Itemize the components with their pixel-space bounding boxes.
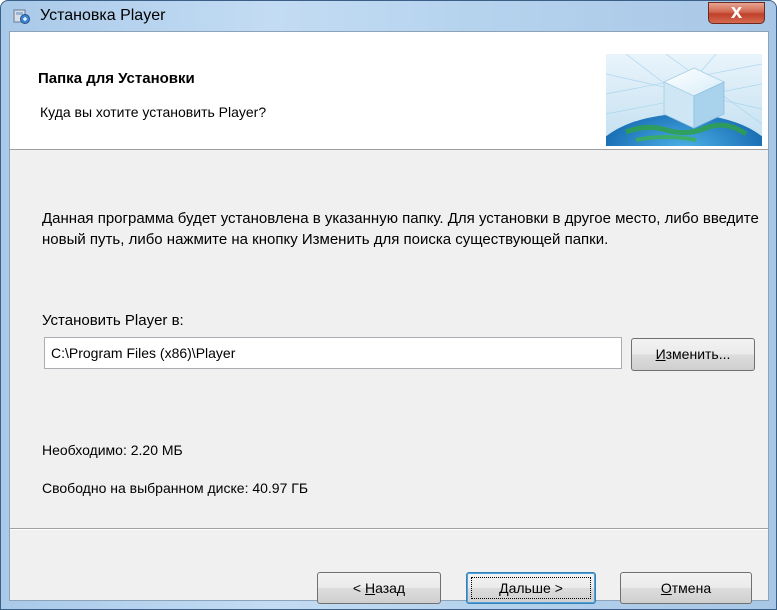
window-title: Установка Player xyxy=(40,7,166,24)
install-path-input[interactable] xyxy=(44,337,622,369)
install-cube-globe-banner xyxy=(606,54,762,146)
page-subtitle: Куда вы хотите установить Player? xyxy=(40,104,267,120)
title-bar[interactable]: Установка Player X xyxy=(1,1,776,31)
page-title: Папка для Установки xyxy=(38,70,195,87)
focus-rectangle xyxy=(471,577,591,599)
footer-separator xyxy=(10,528,768,530)
cancel-button[interactable]: Отмена xyxy=(620,572,752,604)
install-path-label: Установить Player в: xyxy=(42,312,184,329)
next-button[interactable]: Дальше > xyxy=(466,572,596,604)
dialog-client-area: Папка для Установки Куда вы хотите устан… xyxy=(9,31,769,604)
dialog-header: Папка для Установки Куда вы хотите устан… xyxy=(10,32,768,150)
installer-window: Установка Player X Папка для Установки К… xyxy=(0,0,777,610)
installer-icon xyxy=(13,9,30,24)
back-button[interactable]: < Назад xyxy=(317,572,441,604)
description-text: Данная программа будет установлена в ука… xyxy=(42,210,759,248)
required-space: Необходимо: 2.20 МБ xyxy=(42,442,183,458)
change-button[interactable]: Изменить... xyxy=(631,338,755,371)
close-button[interactable]: X xyxy=(708,2,765,24)
close-icon: X xyxy=(730,4,743,22)
free-space: Свободно на выбранном диске: 40.97 ГБ xyxy=(42,480,309,496)
